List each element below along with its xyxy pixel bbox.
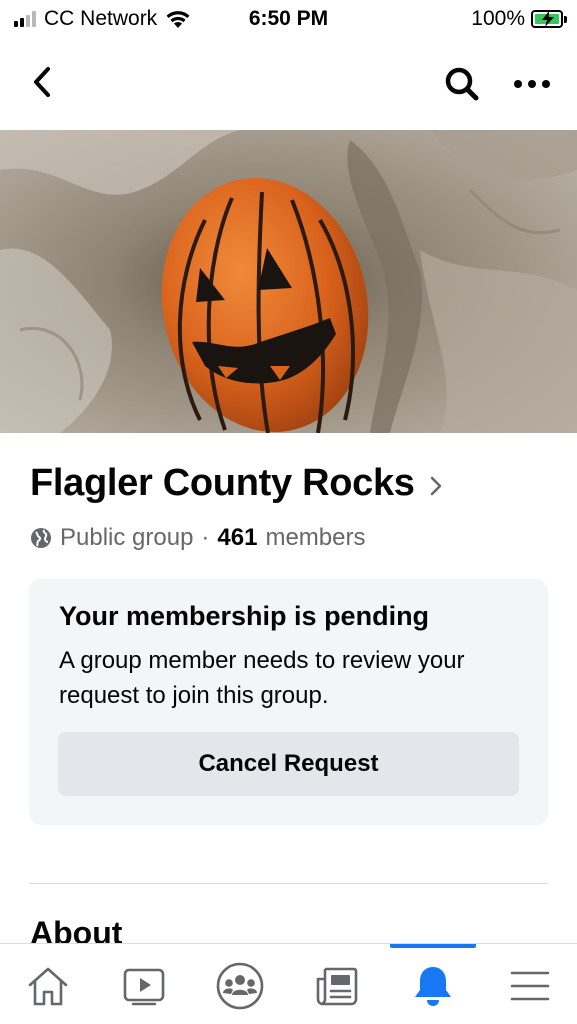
back-button[interactable] [22, 62, 62, 102]
tab-home[interactable] [20, 960, 76, 1012]
membership-pending-card: Your membership is pending A group membe… [29, 579, 548, 825]
search-icon [445, 67, 479, 101]
news-icon [316, 967, 358, 1006]
active-tab-indicator [390, 944, 476, 948]
cancel-request-button[interactable]: Cancel Request [58, 732, 519, 796]
bell-icon [415, 967, 451, 1006]
tab-menu[interactable] [502, 960, 558, 1012]
group-name: Flagler County Rocks [30, 462, 415, 504]
more-horizontal-icon [514, 80, 550, 88]
chevron-left-icon [34, 67, 50, 97]
tab-news[interactable] [309, 960, 365, 1012]
signal-strength-icon [14, 11, 36, 27]
bottom-tab-bar [0, 943, 577, 1024]
top-nav-bar [0, 46, 577, 122]
groups-icon [216, 962, 264, 1010]
chevron-right-icon [430, 476, 441, 495]
meta-separator: · [201, 524, 210, 551]
group-cover-photo[interactable] [0, 130, 577, 433]
about-heading: About [30, 915, 123, 944]
battery-icon [531, 10, 567, 28]
home-icon [28, 967, 68, 1006]
globe-icon [30, 527, 52, 549]
tab-video[interactable] [116, 960, 172, 1012]
pending-title: Your membership is pending [59, 601, 430, 631]
charging-bolt-icon [542, 11, 554, 27]
group-meta: Public group · 461 members [30, 524, 366, 552]
video-icon [123, 968, 165, 1006]
menu-icon [510, 971, 550, 1001]
status-bar: CC Network 6:50 PM 100% [0, 0, 577, 40]
more-options-button[interactable] [510, 62, 554, 106]
privacy-label: Public group [60, 524, 194, 551]
section-divider [30, 883, 548, 884]
tab-groups[interactable] [212, 960, 268, 1012]
pending-description: A group member needs to review your requ… [59, 647, 465, 709]
group-title-link[interactable]: Flagler County Rocks [30, 462, 443, 505]
search-button[interactable] [440, 62, 484, 106]
tab-notifications[interactable] [405, 960, 461, 1012]
carrier-name: CC Network [44, 7, 158, 30]
wifi-icon [165, 9, 191, 29]
member-count: 461 [217, 524, 258, 551]
battery-percentage: 100% [471, 7, 525, 30]
member-label: members [265, 524, 366, 551]
